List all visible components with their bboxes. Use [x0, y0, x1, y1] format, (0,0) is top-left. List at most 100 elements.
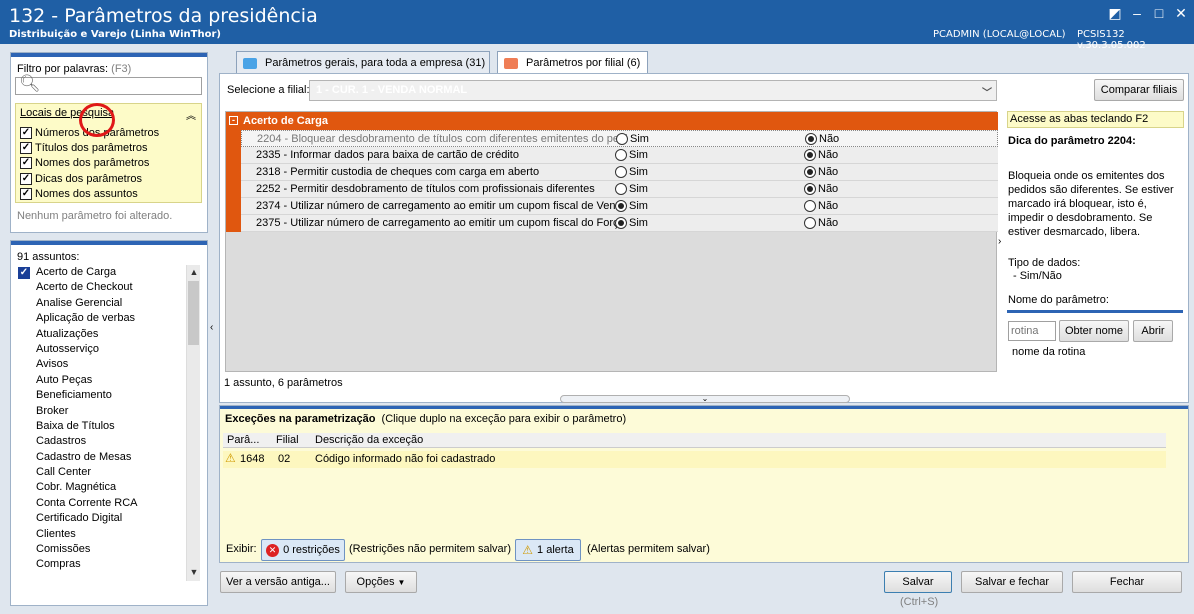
subject-item[interactable]: Cobr. Magnética: [15, 480, 198, 495]
table-row[interactable]: ⚠ 1648 02 Código informado não foi cadas…: [223, 451, 1166, 468]
subject-item[interactable]: Autosserviço: [15, 342, 198, 357]
subject-item[interactable]: Call Center: [15, 465, 198, 480]
radio-nao[interactable]: Não: [804, 149, 838, 161]
radio-sim[interactable]: Sim: [615, 217, 648, 229]
radio-sim[interactable]: Sim: [615, 200, 648, 212]
checkbox-icon[interactable]: [20, 172, 32, 185]
radio-on-icon[interactable]: [804, 149, 816, 161]
param-row-2204[interactable]: 2204 - Bloquear desdobramento de títulos…: [241, 130, 998, 147]
radio-off-icon[interactable]: [804, 200, 816, 212]
subject-item[interactable]: Baixa de Títulos: [15, 419, 198, 434]
radio-sim[interactable]: Sim: [615, 183, 648, 195]
open-button[interactable]: Abrir: [1133, 320, 1173, 342]
tab-general-params[interactable]: Parâmetros gerais, para toda a empresa (…: [236, 51, 490, 74]
subject-item[interactable]: Certificado Digital: [15, 511, 198, 526]
params-grid: - Acerto de Carga 2204 - Bloquear desdob…: [225, 111, 998, 372]
collapse-left-icon[interactable]: ‹: [210, 322, 213, 333]
subjects-scrollbar[interactable]: ▲ ▼: [186, 265, 200, 581]
close-window-icon[interactable]: ✕: [1172, 4, 1190, 22]
subject-item[interactable]: Auto Peças: [15, 373, 198, 388]
column-filial[interactable]: Filial: [276, 434, 299, 446]
subject-item[interactable]: Acerto de Checkout: [15, 280, 198, 295]
subject-item[interactable]: Comissões: [15, 542, 198, 557]
subject-item[interactable]: Cadastros: [15, 434, 198, 449]
save-button[interactable]: Salvar: [884, 571, 952, 593]
subject-item[interactable]: Aplicação de verbas: [15, 311, 198, 326]
radio-on-icon[interactable]: [615, 200, 627, 212]
radio-sim[interactable]: Sim: [615, 166, 648, 178]
radio-sim[interactable]: Sim: [616, 133, 649, 145]
column-param[interactable]: Parâ...: [227, 434, 259, 446]
restore-icon[interactable]: ◩: [1106, 4, 1124, 22]
checkbox-icon[interactable]: [20, 156, 32, 169]
options-button[interactable]: Opções ▼: [345, 571, 417, 593]
warning-icon: ⚠: [522, 543, 534, 557]
radio-nao[interactable]: Não: [804, 200, 838, 212]
get-name-button[interactable]: Obter nome: [1059, 320, 1129, 342]
folder-icon: [243, 57, 257, 69]
subject-item[interactable]: Atualizações: [15, 327, 198, 342]
subject-item[interactable]: Analise Gerencial: [15, 296, 198, 311]
alerts-button[interactable]: ⚠ 1 alerta: [515, 539, 581, 561]
checkbox-icon[interactable]: [20, 187, 32, 200]
save-shortcut: (Ctrl+S): [900, 596, 939, 608]
tip-title: Dica do parâmetro 2204:: [1008, 135, 1136, 147]
subject-item-acerto-de-carga[interactable]: Acerto de Carga: [15, 265, 198, 280]
param-row-2252[interactable]: 2252 - Permitir desdobramento de títulos…: [241, 181, 998, 198]
checkbox-icon[interactable]: [20, 141, 32, 154]
radio-nao[interactable]: Não: [804, 166, 838, 178]
group-header[interactable]: - Acerto de Carga: [226, 112, 998, 130]
scroll-thumb[interactable]: [188, 281, 199, 345]
collapse-group-icon[interactable]: -: [229, 116, 238, 125]
radio-nao[interactable]: Não: [804, 183, 838, 195]
scroll-up-icon[interactable]: ▲: [187, 267, 201, 277]
param-row-2375[interactable]: 2375 - Utilizar número de carregamento a…: [241, 215, 998, 232]
subject-item[interactable]: Beneficiamento: [15, 388, 198, 403]
radio-on-icon[interactable]: [805, 133, 817, 145]
branch-select[interactable]: 1 - CUR. 1 - VENDA NORMAL ﹀: [309, 80, 997, 101]
radio-sim[interactable]: Sim: [615, 149, 648, 161]
subject-item[interactable]: Clientes: [15, 527, 198, 542]
radio-on-icon[interactable]: [804, 166, 816, 178]
radio-off-icon[interactable]: [804, 217, 816, 229]
checkbox-icon[interactable]: [20, 126, 32, 139]
subjects-list: Acerto de Carga Acerto de Checkout Anali…: [15, 265, 198, 583]
subject-item[interactable]: Avisos: [15, 357, 198, 372]
radio-off-icon[interactable]: [615, 183, 627, 195]
save-close-button[interactable]: Salvar e fechar: [961, 571, 1063, 593]
rotina-input[interactable]: [1008, 321, 1056, 341]
param-row-2335[interactable]: 2335 - Informar dados para baixa de cart…: [241, 147, 998, 164]
compare-branches-button[interactable]: Comparar filiais: [1094, 79, 1184, 101]
radio-nao[interactable]: Não: [805, 133, 839, 145]
radio-on-icon[interactable]: [615, 217, 627, 229]
checkbox-icon[interactable]: [18, 266, 30, 279]
radio-on-icon[interactable]: [804, 183, 816, 195]
close-button[interactable]: Fechar: [1072, 571, 1182, 593]
radio-off-icon[interactable]: [616, 133, 628, 145]
radio-off-icon[interactable]: [615, 149, 627, 161]
column-description[interactable]: Descrição da exceção: [315, 434, 423, 446]
option-param-names[interactable]: Nomes dos parâmetros: [20, 155, 149, 170]
option-param-titles[interactable]: Títulos dos parâmetros: [20, 140, 148, 155]
param-row-2374[interactable]: 2374 - Utilizar número de carregamento a…: [241, 198, 998, 215]
param-row-2318[interactable]: 2318 - Permitir custodia de cheques com …: [241, 164, 998, 181]
subject-item[interactable]: Conta Corrente RCA: [15, 496, 198, 511]
minimize-icon[interactable]: –: [1128, 4, 1146, 22]
expand-right-icon[interactable]: ›: [998, 236, 1001, 247]
splitter-handle[interactable]: ⌄: [560, 395, 850, 403]
subject-item[interactable]: Compras: [15, 557, 198, 572]
subject-item[interactable]: Broker: [15, 404, 198, 419]
radio-off-icon[interactable]: [615, 166, 627, 178]
scroll-down-icon[interactable]: ▼: [187, 567, 201, 577]
collapse-icon[interactable]: ︽: [186, 107, 196, 122]
subject-item[interactable]: Cadastro de Mesas: [15, 450, 198, 465]
maximize-icon[interactable]: □: [1150, 4, 1168, 22]
option-param-tips[interactable]: Dicas dos parâmetros: [20, 171, 142, 186]
old-version-button[interactable]: Ver a versão antiga...: [220, 571, 336, 593]
option-subject-names[interactable]: Nomes dos assuntos: [20, 186, 138, 201]
radio-nao[interactable]: Não: [804, 217, 838, 229]
panel-accent: [11, 53, 207, 57]
tab-branch-params[interactable]: Parâmetros por filial (6): [497, 51, 648, 74]
filter-search-input[interactable]: 🔍︎: [15, 74, 202, 95]
restrictions-button[interactable]: ✕ 0 restrições: [261, 539, 345, 561]
